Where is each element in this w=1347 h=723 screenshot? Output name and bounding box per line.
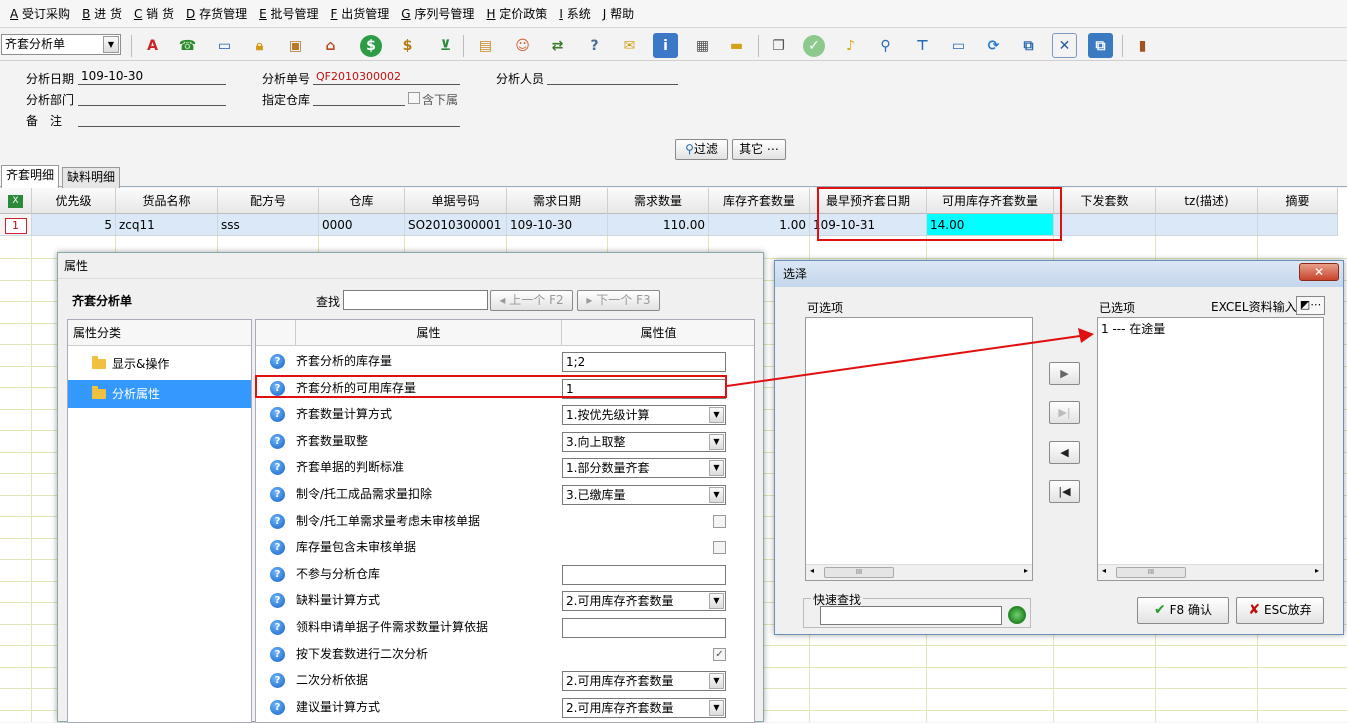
annotation-arrow — [726, 328, 1094, 387]
